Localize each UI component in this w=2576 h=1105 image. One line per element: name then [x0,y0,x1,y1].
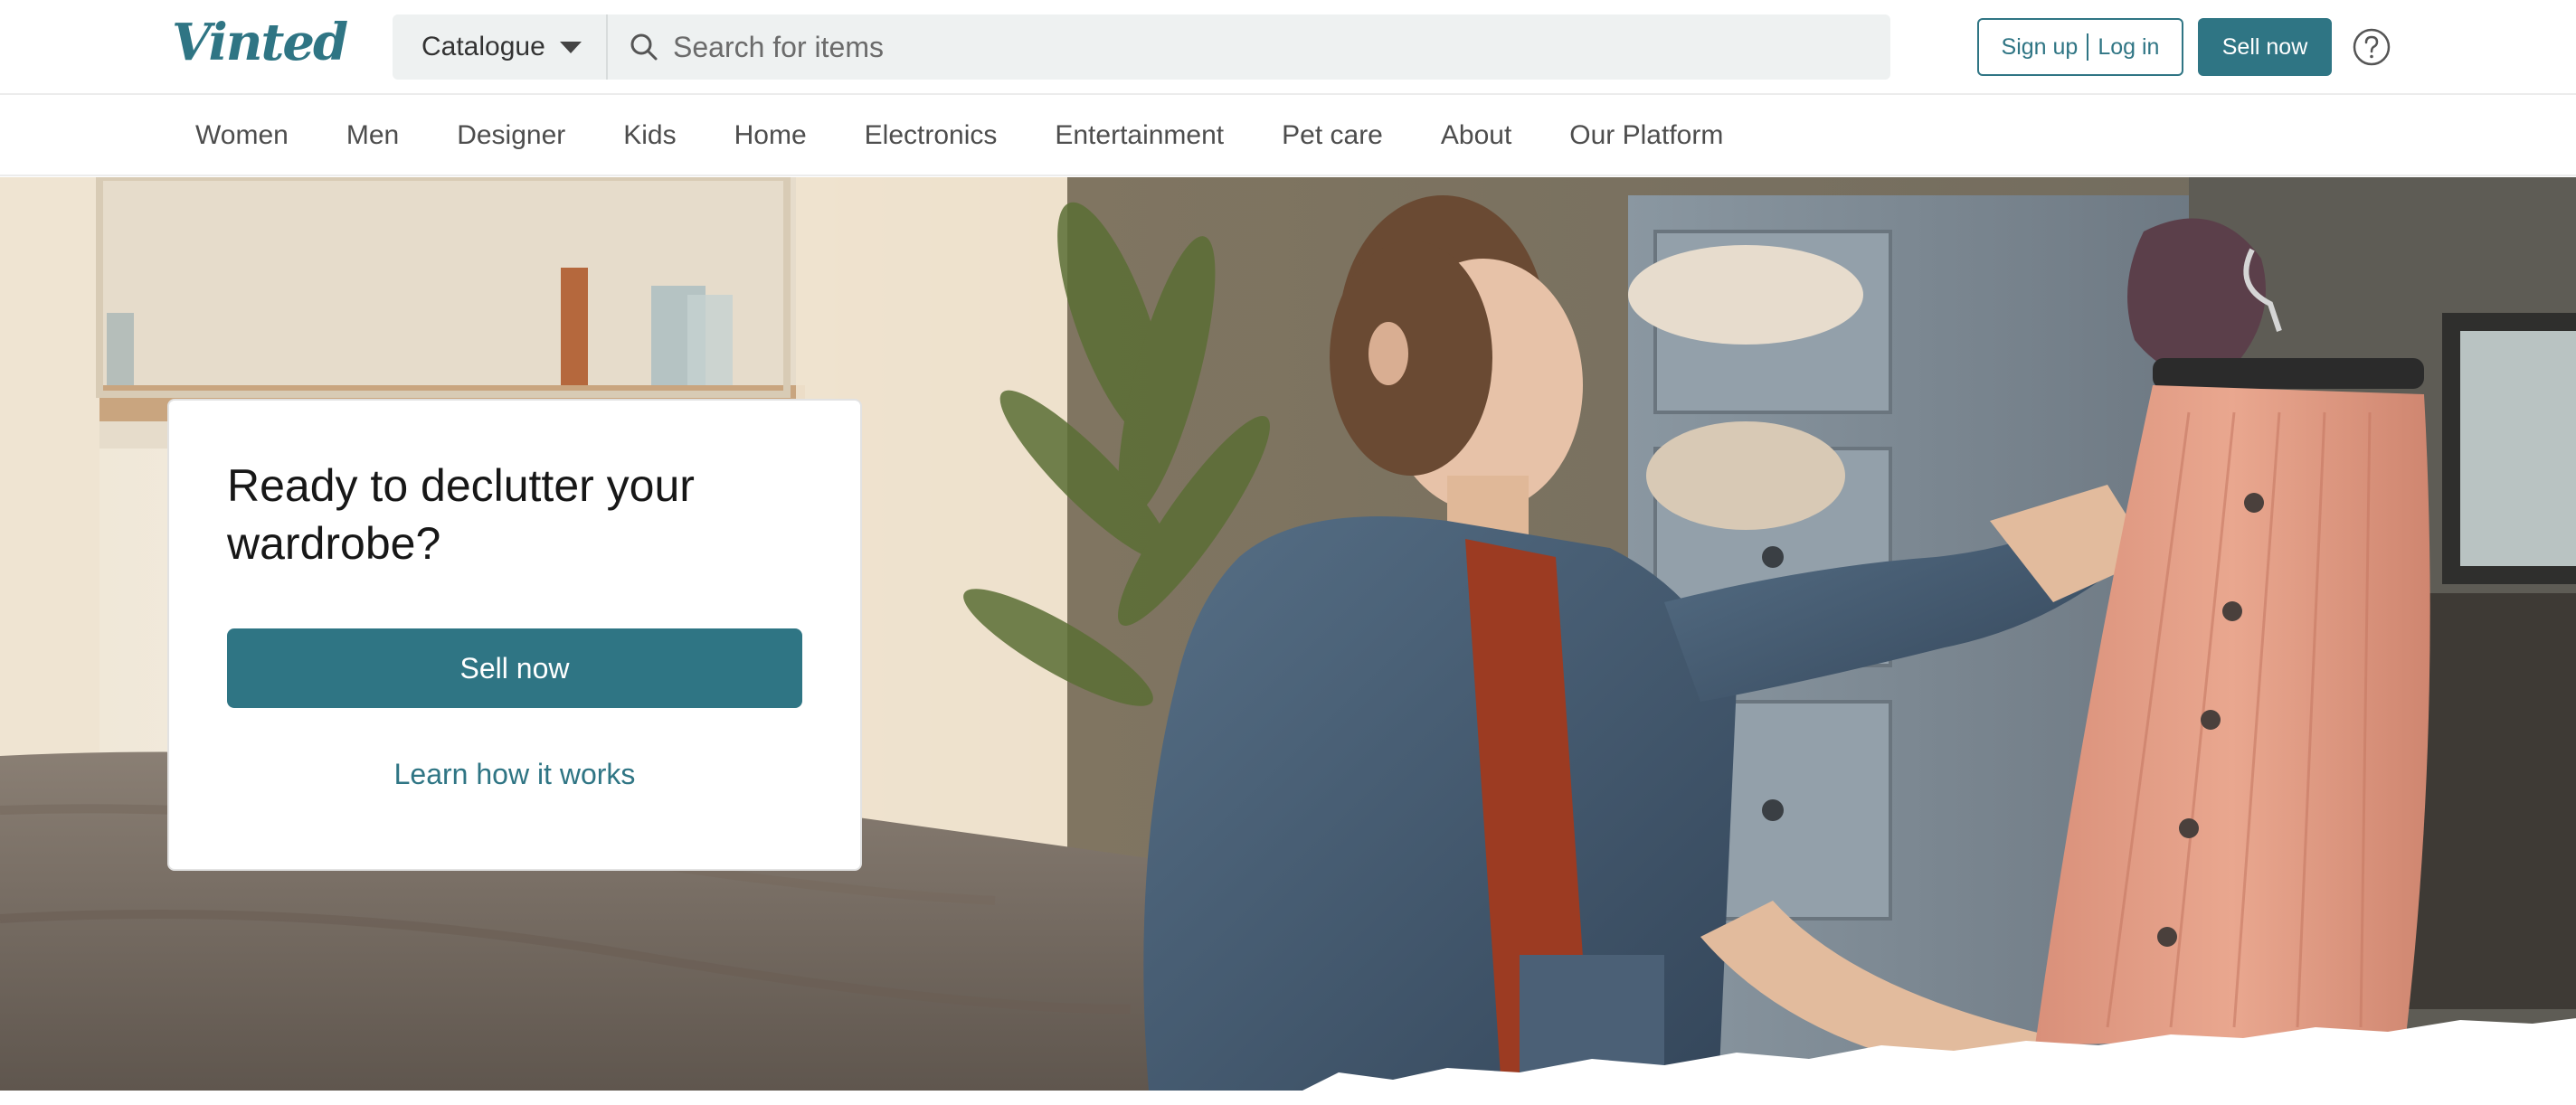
category-nav-list: Women Men Designer Kids Home Electronics… [195,95,1781,176]
signup-label[interactable]: Sign up [2002,34,2079,61]
nav-item-men[interactable]: Men [346,120,399,151]
login-label[interactable]: Log in [2098,34,2159,61]
nav-item-entertainment[interactable]: Entertainment [1055,120,1224,151]
learn-how-it-works-link[interactable]: Learn how it works [227,751,802,797]
question-circle-icon[interactable] [2352,27,2391,67]
nav-item-women[interactable]: Women [195,120,289,151]
nav-item-designer[interactable]: Designer [457,120,565,151]
hero-banner: Ready to declutter your wardrobe? Sell n… [0,177,2576,1091]
search-bar: Catalogue [393,14,1890,80]
signup-login-button[interactable]: Sign up Log in [1977,18,2183,76]
nav-item-kids[interactable]: Kids [623,120,676,151]
search-icon [628,31,660,63]
hero-title: Ready to declutter your wardrobe? [227,460,695,569]
nav-item-our-platform[interactable]: Our Platform [1569,120,1723,151]
catalogue-label: Catalogue [421,32,545,61]
nav-item-electronics[interactable]: Electronics [865,120,998,151]
header-sell-now-button[interactable]: Sell now [2198,18,2332,76]
vinted-logo[interactable]: Vinted [172,13,348,72]
hero-sell-now-button[interactable]: Sell now [227,628,802,708]
auth-divider [2087,33,2089,61]
category-nav: Women Men Designer Kids Home Electronics… [0,95,2576,176]
nav-item-home[interactable]: Home [734,120,807,151]
hero-card: Ready to declutter your wardrobe? Sell n… [167,399,862,871]
caret-down-icon [559,41,582,53]
search-input[interactable] [660,14,1890,80]
nav-item-about[interactable]: About [1441,120,1511,151]
catalogue-dropdown[interactable]: Catalogue [393,14,608,80]
nav-item-pet-care[interactable]: Pet care [1282,120,1383,151]
top-header: Vinted Catalogue Sign up Log in Sell now [0,0,2576,95]
